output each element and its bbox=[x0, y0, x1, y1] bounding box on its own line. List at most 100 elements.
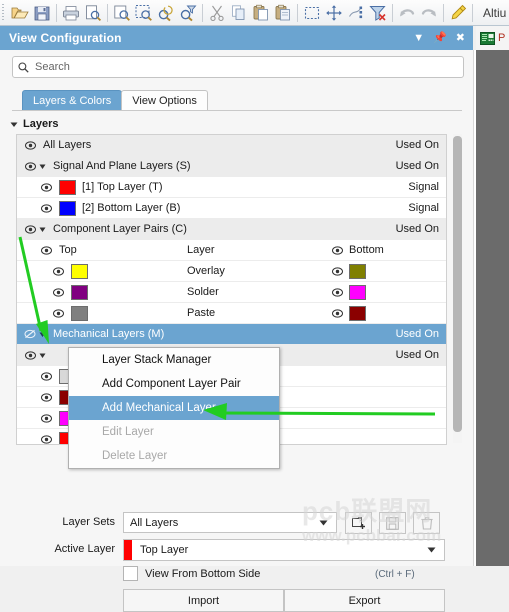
menu-item-label: Delete Layer bbox=[102, 450, 168, 462]
eye-visible-icon[interactable] bbox=[51, 266, 65, 276]
select-area-icon[interactable] bbox=[301, 2, 323, 24]
zoom-document-icon[interactable] bbox=[111, 2, 133, 24]
eye-hidden-icon[interactable] bbox=[23, 329, 37, 339]
layer-color-swatch-top[interactable] bbox=[71, 284, 88, 300]
table-cell-type: Signal bbox=[408, 202, 439, 214]
layers-section-header[interactable]: Layers bbox=[10, 118, 58, 130]
tab-layers-and-colors[interactable]: Layers & Colors bbox=[22, 90, 123, 111]
main-toolbar: Altiu bbox=[0, 0, 509, 26]
clear-filter-icon[interactable] bbox=[367, 2, 389, 24]
active-layer-select[interactable]: Top Layer bbox=[123, 539, 445, 561]
layer-color-swatch-bottom[interactable] bbox=[349, 263, 366, 279]
eye-visible-icon[interactable] bbox=[39, 245, 53, 255]
eye-visible-icon[interactable] bbox=[39, 392, 53, 402]
eye-visible-icon[interactable] bbox=[332, 266, 343, 276]
eye-visible-icon[interactable] bbox=[39, 203, 53, 213]
toolbar-separator bbox=[472, 3, 473, 22]
menu-item-add-mechanical-layer[interactable]: Add Mechanical Layer bbox=[69, 396, 279, 420]
layers-list-scrollbar-thumb[interactable] bbox=[453, 136, 462, 432]
table-cell-type: Signal bbox=[408, 181, 439, 193]
zoom-area-icon[interactable] bbox=[133, 2, 155, 24]
paste-special-icon[interactable] bbox=[272, 2, 294, 24]
open-folder-icon[interactable] bbox=[9, 2, 31, 24]
bottom-pair-group bbox=[332, 284, 366, 300]
table-header-row: Top Layer Bottom bbox=[17, 240, 446, 261]
search-placeholder: Search bbox=[35, 61, 70, 73]
chevron-down-icon[interactable]: ▼ bbox=[413, 32, 424, 44]
eye-visible-icon[interactable] bbox=[23, 161, 37, 171]
table-row[interactable]: [1] Top Layer (T) Signal bbox=[17, 177, 446, 198]
eye-visible-icon[interactable] bbox=[332, 308, 343, 318]
print-icon[interactable] bbox=[60, 2, 82, 24]
layers-section-label: Layers bbox=[23, 118, 59, 130]
table-row[interactable]: Overlay bbox=[17, 261, 446, 282]
table-cell-name: Signal And Plane Layers (S) bbox=[53, 160, 191, 172]
import-button[interactable]: Import bbox=[123, 589, 284, 612]
layer-color-swatch-bottom[interactable] bbox=[349, 305, 366, 321]
save-icon[interactable] bbox=[31, 2, 53, 24]
undo-icon[interactable] bbox=[396, 2, 418, 24]
eye-visible-icon[interactable] bbox=[332, 245, 343, 255]
layer-color-swatch-top[interactable] bbox=[71, 305, 88, 321]
expander-icon[interactable] bbox=[37, 226, 47, 233]
redo-icon[interactable] bbox=[418, 2, 440, 24]
table-cell-pair-name: Paste bbox=[187, 307, 216, 319]
expander-icon[interactable] bbox=[37, 163, 47, 170]
document-tab[interactable]: P bbox=[476, 26, 509, 51]
eye-visible-icon[interactable] bbox=[332, 287, 343, 297]
zoom-in-icon[interactable] bbox=[155, 2, 177, 24]
layer-color-swatch[interactable] bbox=[59, 179, 76, 195]
eye-visible-icon[interactable] bbox=[23, 350, 37, 360]
search-input[interactable]: Search bbox=[12, 56, 464, 78]
paste-icon[interactable] bbox=[250, 2, 272, 24]
new-layer-set-button[interactable] bbox=[345, 512, 372, 534]
table-row[interactable]: Component Layer Pairs (C) Used On bbox=[17, 219, 446, 240]
tab-view-options[interactable]: View Options bbox=[121, 90, 208, 111]
expander-icon[interactable] bbox=[37, 352, 47, 359]
eye-visible-icon[interactable] bbox=[51, 308, 65, 318]
menu-item-layer-stack-manager[interactable]: Layer Stack Manager bbox=[69, 348, 279, 372]
layer-color-swatch-bottom[interactable] bbox=[349, 284, 366, 300]
layers-context-menu[interactable]: Layer Stack Manager Add Component Layer … bbox=[68, 347, 280, 469]
print-preview-icon[interactable] bbox=[82, 2, 104, 24]
toolbar-drag-handle[interactable] bbox=[2, 3, 9, 22]
table-row[interactable]: Solder bbox=[17, 282, 446, 303]
chevron-down-icon bbox=[319, 517, 328, 529]
tab-layers-and-colors-label: Layers & Colors bbox=[33, 95, 112, 107]
pin-icon[interactable]: 📌 bbox=[433, 32, 447, 44]
table-row[interactable]: Paste bbox=[17, 303, 446, 324]
export-button[interactable]: Export bbox=[284, 589, 445, 612]
move-icon[interactable] bbox=[323, 2, 345, 24]
table-row[interactable]: [2] Bottom Layer (B) Signal bbox=[17, 198, 446, 219]
close-icon[interactable]: ✖ bbox=[456, 32, 465, 44]
bottom-pair-group bbox=[332, 305, 366, 321]
eye-visible-icon[interactable] bbox=[39, 434, 53, 444]
eye-visible-icon[interactable] bbox=[39, 182, 53, 192]
highlighter-icon[interactable] bbox=[447, 2, 469, 24]
column-header-bottom-group: Bottom bbox=[332, 244, 384, 256]
zoom-filter-icon[interactable] bbox=[177, 2, 199, 24]
align-icon[interactable] bbox=[345, 2, 367, 24]
eye-visible-icon[interactable] bbox=[51, 287, 65, 297]
eye-visible-icon[interactable] bbox=[39, 413, 53, 423]
cut-icon[interactable] bbox=[206, 2, 228, 24]
eye-visible-icon[interactable] bbox=[23, 140, 37, 150]
menu-item-add-component-layer-pair[interactable]: Add Component Layer Pair bbox=[69, 372, 279, 396]
table-cell-name: [1] Top Layer (T) bbox=[82, 181, 163, 193]
eye-visible-icon[interactable] bbox=[23, 224, 37, 234]
expander-icon[interactable] bbox=[37, 331, 47, 338]
layer-color-swatch-top[interactable] bbox=[71, 263, 88, 279]
table-row-selected[interactable]: Mechanical Layers (M) Used On bbox=[17, 324, 446, 345]
checkbox-box[interactable] bbox=[123, 566, 138, 581]
pcb-canvas-area[interactable] bbox=[476, 50, 509, 566]
eye-visible-icon[interactable] bbox=[39, 371, 53, 381]
table-row[interactable]: All Layers Used On bbox=[17, 135, 446, 156]
layer-sets-select[interactable]: All Layers bbox=[123, 512, 337, 533]
copy-icon[interactable] bbox=[228, 2, 250, 24]
table-row[interactable]: Signal And Plane Layers (S) Used On bbox=[17, 156, 446, 177]
view-from-bottom-side-label: View From Bottom Side bbox=[145, 567, 261, 580]
view-from-bottom-side-checkbox[interactable]: View From Bottom Side bbox=[123, 566, 260, 581]
layer-color-swatch[interactable] bbox=[59, 200, 76, 216]
delete-layer-set-button[interactable] bbox=[413, 512, 440, 534]
save-layer-set-button[interactable] bbox=[379, 512, 406, 534]
